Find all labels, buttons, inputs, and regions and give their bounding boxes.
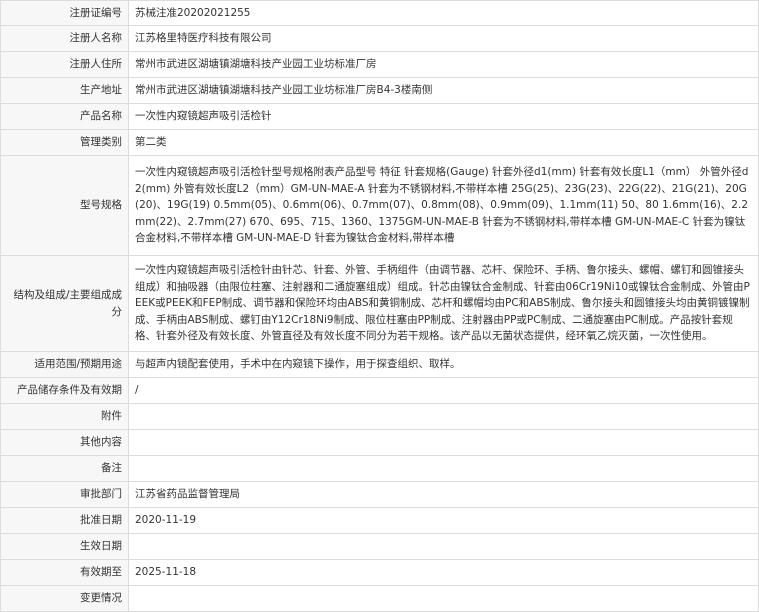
row-approval-date: 批准日期 2020-11-19 — [0, 507, 759, 534]
row-product-name: 产品名称 一次性内窥镜超声吸引活检针 — [0, 103, 759, 130]
row-model-specification: 型号规格 一次性内窥镜超声吸引活检针型号规格附表产品型号 特征 针套规格(Gau… — [0, 155, 759, 256]
label-model-specification: 型号规格 — [0, 155, 129, 256]
row-production-address: 生产地址 常州市武进区湖塘镇湖塘科技产业园工业坊标准厂房B4-3楼南侧 — [0, 77, 759, 104]
label-intended-use: 适用范围/预期用途 — [0, 351, 129, 378]
label-effective-date: 生效日期 — [0, 533, 129, 560]
value-attachments — [128, 403, 759, 430]
value-approval-date: 2020-11-19 — [128, 507, 759, 534]
row-attachments: 附件 — [0, 403, 759, 430]
label-approval-department: 审批部门 — [0, 481, 129, 508]
value-management-category: 第二类 — [128, 129, 759, 156]
row-approval-department: 审批部门 江苏省药品监督管理局 — [0, 481, 759, 508]
value-registration-number: 苏械注准20202021255 — [128, 0, 759, 26]
label-structure-composition: 结构及组成/主要组成成分 — [0, 255, 129, 352]
row-valid-until: 有效期至 2025-11-18 — [0, 559, 759, 586]
label-valid-until: 有效期至 — [0, 559, 129, 586]
row-structure-composition: 结构及组成/主要组成成分 一次性内窥镜超声吸引活检针由针芯、针套、外管、手柄组件… — [0, 255, 759, 352]
label-remarks: 备注 — [0, 455, 129, 482]
row-intended-use: 适用范围/预期用途 与超声内镜配套使用，手术中在内窥镜下操作，用于探查组织、取样… — [0, 351, 759, 378]
value-effective-date — [128, 533, 759, 560]
row-registrant-address: 注册人住所 常州市武进区湖塘镇湖塘科技产业园工业坊标准厂房 — [0, 51, 759, 78]
value-approval-department: 江苏省药品监督管理局 — [128, 481, 759, 508]
label-registrant-address: 注册人住所 — [0, 51, 129, 78]
value-product-name: 一次性内窥镜超声吸引活检针 — [128, 103, 759, 130]
label-management-category: 管理类别 — [0, 129, 129, 156]
row-registrant-name: 注册人名称 江苏格里特医疗科技有限公司 — [0, 25, 759, 52]
value-intended-use: 与超声内镜配套使用，手术中在内窥镜下操作，用于探查组织、取样。 — [128, 351, 759, 378]
row-registration-number: 注册证编号 苏械注准20202021255 — [0, 0, 759, 26]
label-product-name: 产品名称 — [0, 103, 129, 130]
row-remarks: 备注 — [0, 455, 759, 482]
value-model-specification: 一次性内窥镜超声吸引活检针型号规格附表产品型号 特征 针套规格(Gauge) 针… — [128, 155, 759, 256]
value-structure-composition: 一次性内窥镜超声吸引活检针由针芯、针套、外管、手柄组件（由调节器、芯杆、保险环、… — [128, 255, 759, 352]
label-production-address: 生产地址 — [0, 77, 129, 104]
value-storage-validity: / — [128, 377, 759, 404]
label-attachments: 附件 — [0, 403, 129, 430]
row-other-content: 其他内容 — [0, 429, 759, 456]
row-management-category: 管理类别 第二类 — [0, 129, 759, 156]
value-production-address: 常州市武进区湖塘镇湖塘科技产业园工业坊标准厂房B4-3楼南侧 — [128, 77, 759, 104]
row-effective-date: 生效日期 — [0, 533, 759, 560]
value-registrant-name: 江苏格里特医疗科技有限公司 — [128, 25, 759, 52]
label-approval-date: 批准日期 — [0, 507, 129, 534]
label-other-content: 其他内容 — [0, 429, 129, 456]
value-other-content — [128, 429, 759, 456]
label-registrant-name: 注册人名称 — [0, 25, 129, 52]
label-registration-number: 注册证编号 — [0, 0, 129, 26]
row-storage-validity: 产品储存条件及有效期 / — [0, 377, 759, 404]
value-remarks — [128, 455, 759, 482]
value-registrant-address: 常州市武进区湖塘镇湖塘科技产业园工业坊标准厂房 — [128, 51, 759, 78]
registration-table: 注册证编号 苏械注准20202021255 注册人名称 江苏格里特医疗科技有限公… — [0, 0, 759, 612]
label-storage-validity: 产品储存条件及有效期 — [0, 377, 129, 404]
value-valid-until: 2025-11-18 — [128, 559, 759, 586]
